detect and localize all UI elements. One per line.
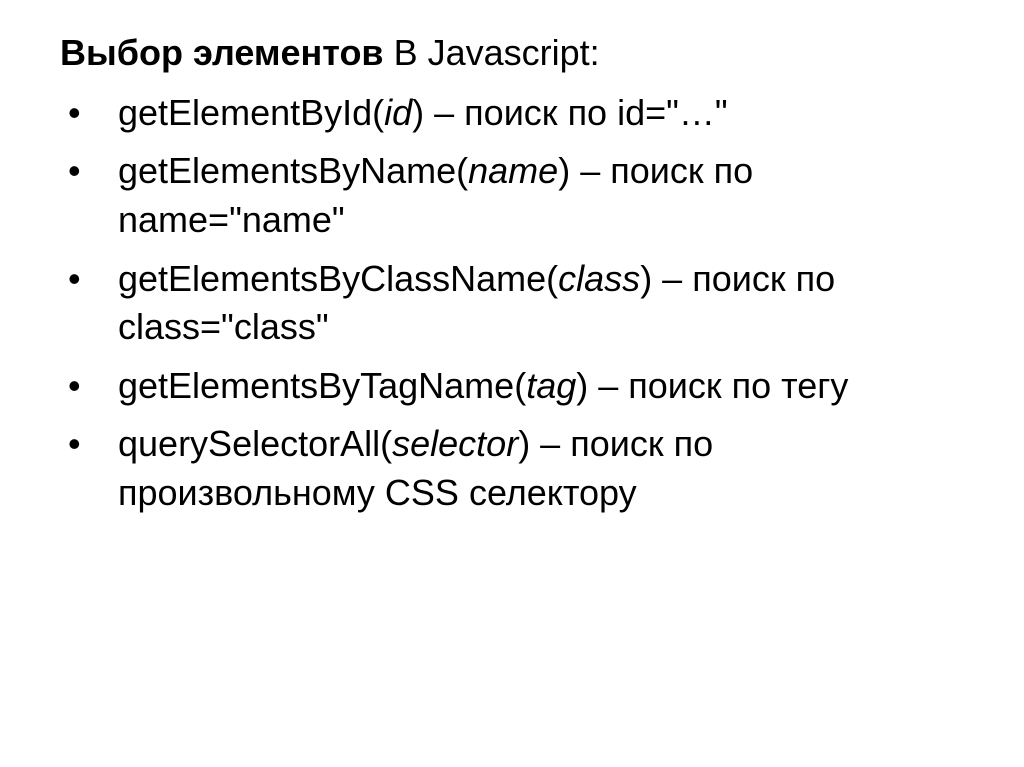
list-item: querySelectorAll(selector) – поиск по пр… <box>60 420 964 517</box>
title-rest: В Javascript: <box>384 32 600 73</box>
fn-arg: selector <box>392 423 518 464</box>
list-item: getElementsByClassName(class) – поиск по… <box>60 255 964 352</box>
fn-name: getElementsByName( <box>118 150 468 191</box>
slide-content: Выбор элементов В Javascript: getElement… <box>0 0 1024 558</box>
fn-arg: name <box>468 150 558 191</box>
list-item: getElementsByName(name) – поиск по name=… <box>60 147 964 244</box>
fn-arg: class <box>558 258 640 299</box>
list-item: getElementsByTagName(tag) – поиск по тег… <box>60 362 964 411</box>
fn-arg: tag <box>526 365 576 406</box>
fn-name: getElementsByTagName( <box>118 365 526 406</box>
fn-name: getElementById( <box>118 92 384 133</box>
title-bold: Выбор элементов <box>60 32 384 73</box>
fn-name: querySelectorAll( <box>118 423 392 464</box>
fn-arg: id <box>384 92 412 133</box>
list-item: getElementById(id) – поиск по id="…" <box>60 89 964 138</box>
slide-title: Выбор элементов В Javascript: <box>60 30 964 77</box>
fn-name: getElementsByClassName( <box>118 258 558 299</box>
fn-tail: ) – поиск по тегу <box>576 365 848 406</box>
bullet-list: getElementById(id) – поиск по id="…" get… <box>60 89 964 518</box>
fn-tail: ) – поиск по id="…" <box>412 92 728 133</box>
